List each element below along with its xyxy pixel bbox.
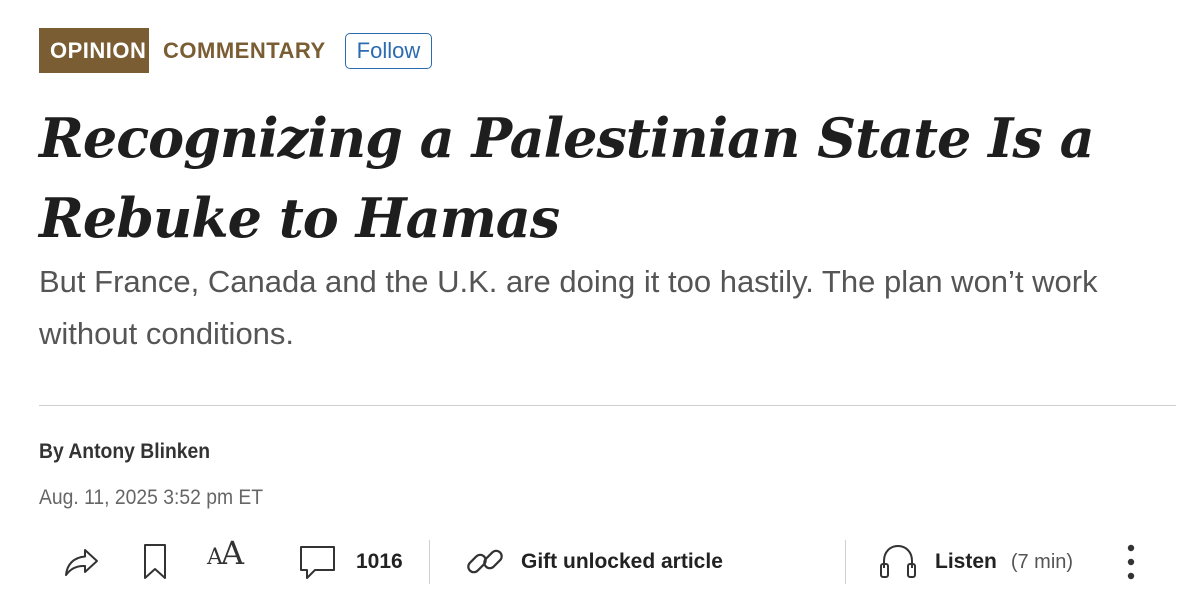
more-vertical-icon: [1121, 540, 1141, 584]
listen-label: Listen: [935, 550, 997, 573]
gift-article-label: Gift unlocked article: [521, 550, 723, 573]
headphones-icon: [877, 542, 919, 582]
share-button[interactable]: [63, 534, 101, 590]
listen-button[interactable]: Listen (7 min): [877, 534, 1073, 590]
follow-button[interactable]: Follow: [344, 32, 433, 69]
comment-count: 1016: [356, 550, 403, 573]
toolbar-divider: [429, 540, 430, 584]
headline: Recognizing a Palestinian State Is a Reb…: [39, 106, 1095, 250]
link-icon: [463, 540, 507, 584]
gift-article-button[interactable]: Gift unlocked article: [463, 534, 723, 590]
byline[interactable]: By Antony Blinken: [39, 440, 210, 464]
text-size-large-glyph: A: [220, 534, 244, 572]
article-toolbar: A A 1016 Gift unlocked article Listen (7…: [39, 534, 1176, 590]
bookmark-icon: [140, 542, 170, 582]
toolbar-divider: [845, 540, 846, 584]
share-icon: [63, 544, 101, 580]
divider-rule: [39, 405, 1176, 406]
comment-icon: [297, 542, 339, 582]
category-label[interactable]: COMMENTARY: [163, 38, 326, 64]
article-header: OPINION COMMENTARY Follow Recognizing a …: [39, 0, 1176, 609]
listen-duration: (7 min): [1010, 550, 1074, 573]
comments-button[interactable]: 1016: [297, 534, 403, 590]
text-size-button[interactable]: A A: [207, 534, 244, 590]
text-size-icon: A A: [207, 534, 244, 572]
section-line: OPINION COMMENTARY Follow: [39, 28, 433, 73]
dek: But France, Canada and the U.K. are doin…: [39, 264, 1098, 351]
opinion-badge[interactable]: OPINION: [39, 28, 149, 73]
bookmark-button[interactable]: [140, 534, 170, 590]
timestamp: Aug. 11, 2025 3:52 pm ET: [39, 486, 264, 509]
more-options-button[interactable]: [1121, 534, 1141, 590]
